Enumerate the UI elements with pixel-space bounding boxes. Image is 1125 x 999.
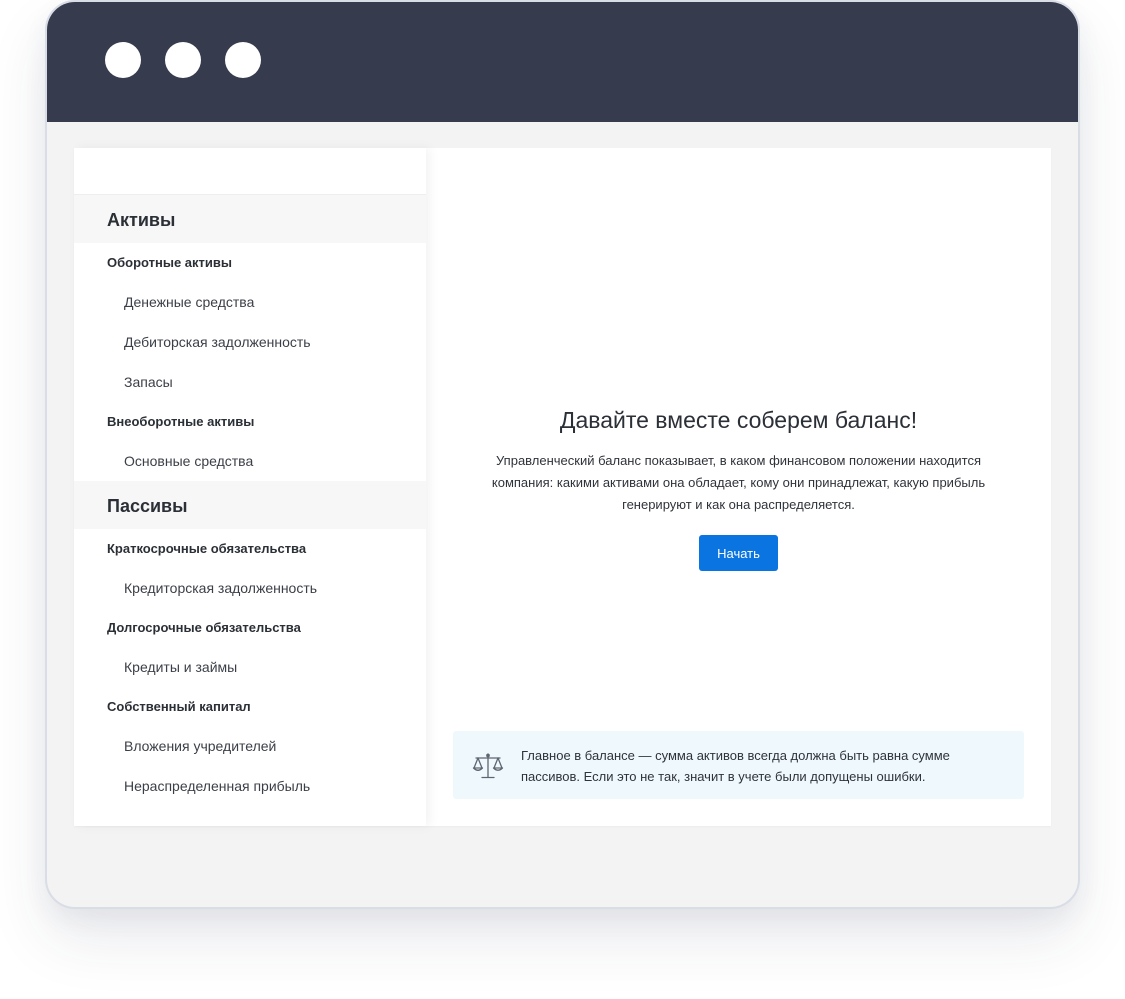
sidebar-top-spacer [74,148,426,195]
scales-icon [472,753,504,779]
main-content: Давайте вместе соберем баланс! Управленч… [426,148,1051,826]
window-control-dot[interactable] [105,42,141,78]
tip-banner: Главное в балансе — сумма активов всегда… [453,731,1024,799]
tip-text: Главное в балансе — сумма активов всегда… [521,748,950,784]
section-heading-liabilities: Пассивы [74,481,426,529]
sidebar-item-founder-contributions[interactable]: Вложения учредителей [74,726,426,766]
sidebar-item-payables[interactable]: Кредиторская задолженность [74,568,426,608]
group-short-term-liabilities[interactable]: Краткосрочные обязательства [74,529,426,568]
sidebar-item-fixed-assets[interactable]: Основные средства [74,441,426,481]
start-button[interactable]: Начать [699,535,778,571]
sidebar-item-retained-earnings[interactable]: Нераспределенная прибыль [74,766,426,806]
sidebar-item-cash[interactable]: Денежные средства [74,282,426,322]
section-heading-assets: Активы [74,195,426,243]
sidebar-item-loans[interactable]: Кредиты и займы [74,647,426,687]
intro-description: Управленческий баланс показывает, в како… [491,453,986,512]
window-titlebar [47,2,1078,122]
window-control-dot[interactable] [165,42,201,78]
group-current-assets[interactable]: Оборотные активы [74,243,426,282]
group-long-term-liabilities[interactable]: Долгосрочные обязательства [74,608,426,647]
balance-sidebar: Активы Оборотные активы Денежные средств… [74,148,426,826]
group-equity[interactable]: Собственный капитал [74,687,426,726]
app-panel: Активы Оборотные активы Денежные средств… [74,148,1051,826]
sidebar-item-receivables[interactable]: Дебиторская задолженность [74,322,426,362]
window-control-dot[interactable] [225,42,261,78]
sidebar-item-inventory[interactable]: Запасы [74,362,426,402]
browser-window: Активы Оборотные активы Денежные средств… [45,0,1080,909]
group-noncurrent-assets[interactable]: Внеоборотные активы [74,402,426,441]
page-title: Давайте вместе соберем баланс! [559,407,918,433]
